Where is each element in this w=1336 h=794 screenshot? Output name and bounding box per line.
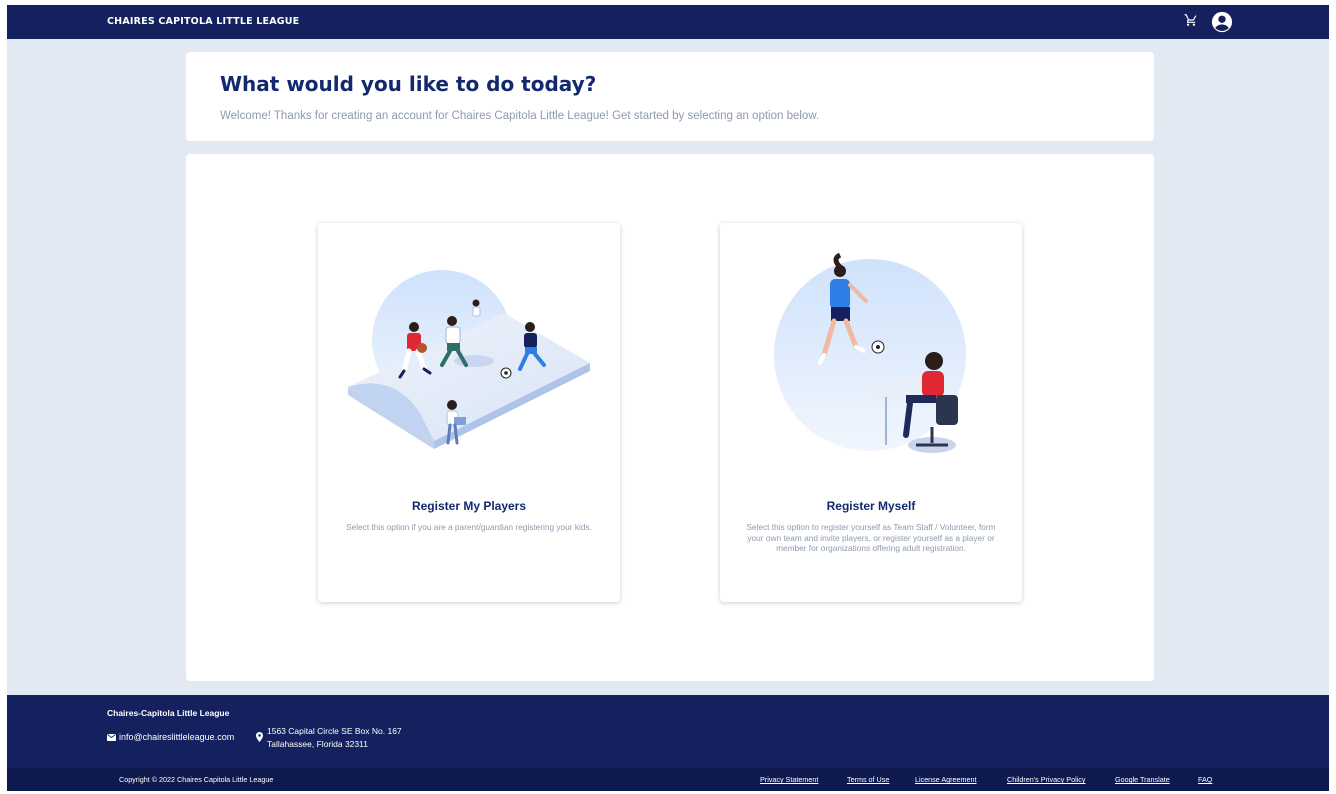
- location-pin-icon: [256, 732, 263, 742]
- footer-address-line1: 1563 Capital Circle SE Box No. 167: [267, 726, 402, 736]
- top-nav-bar: CHAIRES CAPITOLA LITTLE LEAGUE: [7, 5, 1329, 39]
- option-description: Select this option if you are a parent/g…: [346, 522, 592, 532]
- terms-of-use-link[interactable]: Terms of Use: [847, 775, 889, 784]
- option-title[interactable]: Register My Players: [318, 499, 620, 513]
- footer-email-link[interactable]: info@chaireslittleleague.com: [119, 732, 234, 742]
- app-frame: CHAIRES CAPITOLA LITTLE LEAGUE What woul…: [7, 5, 1329, 791]
- option-description: Select this option to register yourself …: [746, 522, 996, 553]
- options-panel: Register My Players Select this option i…: [186, 154, 1154, 681]
- page-subtitle: Welcome! Thanks for creating an account …: [220, 110, 820, 122]
- google-translate-link[interactable]: Google Translate: [1115, 775, 1170, 784]
- privacy-statement-link[interactable]: Privacy Statement: [760, 775, 818, 784]
- account-circle-icon[interactable]: [1211, 11, 1233, 33]
- footer-org-name: Chaires-Capitola Little League: [107, 708, 230, 718]
- copyright-text: Copyright © 2022 Chaires Capitola Little…: [119, 775, 274, 784]
- license-agreement-link[interactable]: License Agreement: [915, 775, 977, 784]
- faq-link[interactable]: FAQ: [1198, 775, 1212, 784]
- register-myself-card[interactable]: Register Myself Select this option to re…: [720, 223, 1022, 602]
- register-my-players-card[interactable]: Register My Players Select this option i…: [318, 223, 620, 602]
- page-title: What would you like to do today?: [220, 72, 597, 96]
- footer: Chaires-Capitola Little League info@chai…: [7, 695, 1329, 768]
- myself-illustration: [774, 252, 966, 453]
- mail-icon: [107, 734, 116, 741]
- footer-address-line2: Tallahassee, Florida 32311: [267, 739, 368, 749]
- option-title[interactable]: Register Myself: [720, 499, 1022, 513]
- players-illustration: [348, 270, 590, 449]
- bottom-bar: Copyright © 2022 Chaires Capitola Little…: [7, 768, 1329, 791]
- brand-title[interactable]: CHAIRES CAPITOLA LITTLE LEAGUE: [107, 16, 299, 27]
- welcome-card: What would you like to do today? Welcome…: [186, 52, 1154, 141]
- childrens-privacy-policy-link[interactable]: Children's Privacy Policy: [1007, 775, 1085, 784]
- cart-icon[interactable]: [1184, 13, 1198, 27]
